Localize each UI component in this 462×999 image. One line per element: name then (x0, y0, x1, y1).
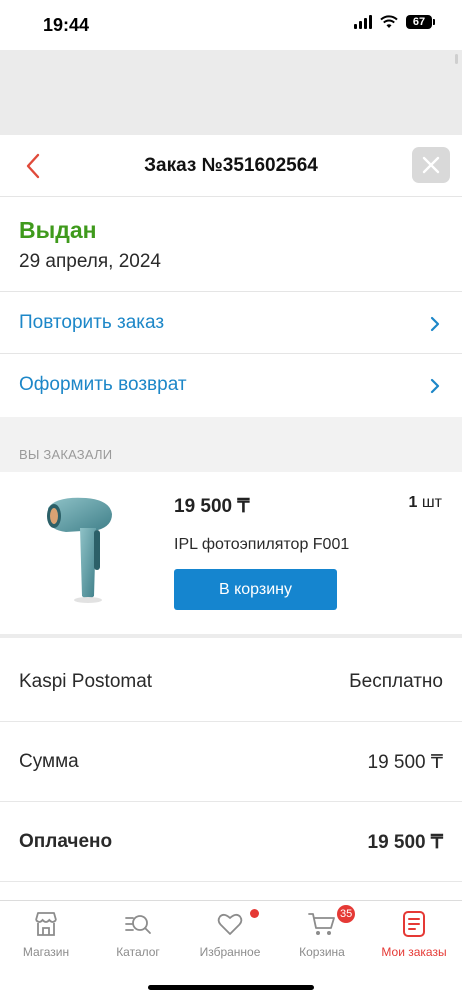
repeat-order-label: Повторить заказ (19, 312, 165, 333)
delivery-label: Kaspi Postomat (19, 671, 153, 692)
chevron-right-icon (430, 378, 440, 394)
nav-shop[interactable]: Магазин (0, 909, 92, 965)
home-indicator (148, 985, 314, 990)
delivery-value: Бесплатно (349, 671, 443, 692)
sum-row: Сумма 19 500 ₸ (0, 722, 462, 802)
product-price: 19 500 ₸ (174, 496, 250, 517)
store-icon (35, 912, 57, 936)
order-status: Выдан (19, 217, 97, 243)
nav-shop-label: Магазин (22, 945, 70, 959)
quantity-unit: шт (421, 494, 442, 511)
sum-value: 19 500 ₸ (367, 752, 443, 773)
heart-icon (217, 913, 243, 935)
nav-catalog-label: Каталог (116, 945, 160, 959)
product-image[interactable] (36, 490, 126, 610)
status-bar: 19:44 67 (0, 0, 462, 50)
page-title: Заказ №351602564 (144, 155, 318, 176)
wifi-icon (380, 15, 398, 28)
favorites-dot (250, 909, 259, 918)
nav-cart-label: Корзина (299, 945, 345, 959)
repeat-order-row[interactable]: Повторить заказ (0, 292, 462, 354)
nav-favorites[interactable]: Избранное (184, 909, 276, 965)
nav-my-orders-label: Мои заказы (381, 945, 447, 959)
battery-icon: 67 (406, 15, 435, 29)
product-quantity: 1 шт (408, 494, 442, 512)
cart-icon (308, 913, 335, 935)
cellular-signal-icon (354, 15, 372, 29)
status-icons: 67 (354, 15, 435, 29)
ordered-section-header: ВЫ ЗАКАЗАЛИ (0, 417, 462, 472)
order-date: 29 апреля, 2024 (19, 251, 161, 272)
paid-row: Оплачено 19 500 ₸ (0, 802, 462, 882)
catalog-search-icon (125, 915, 151, 934)
chevron-right-icon (430, 316, 440, 332)
quantity-number: 1 (408, 494, 418, 511)
order-status-block: Выдан 29 апреля, 2024 (0, 197, 462, 292)
order-header: Заказ №351602564 (0, 135, 462, 197)
product-card: 19 500 ₸ 1 шт IPL фотоэпилятор F001 В ко… (0, 472, 462, 638)
return-order-row[interactable]: Оформить возврат (0, 354, 462, 416)
close-icon (422, 156, 440, 174)
orders-icon (403, 911, 425, 937)
sum-label: Сумма (19, 751, 79, 772)
product-name[interactable]: IPL фотоэпилятор F001 (174, 536, 349, 554)
nav-cart[interactable]: 35 Корзина (276, 905, 368, 965)
paid-value: 19 500 ₸ (367, 832, 443, 853)
cart-badge: 35 (337, 905, 356, 923)
nav-catalog[interactable]: Каталог (92, 909, 184, 965)
section-label: ВЫ ЗАКАЗАЛИ (19, 447, 113, 462)
close-button[interactable] (412, 147, 450, 183)
paid-label: Оплачено (19, 831, 113, 852)
nav-my-orders[interactable]: Мои заказы (368, 909, 460, 965)
top-gray-band (0, 50, 462, 135)
status-time: 19:44 (43, 15, 90, 35)
add-to-cart-button[interactable]: В корзину (174, 569, 337, 610)
nav-favorites-label: Избранное (199, 945, 261, 959)
delivery-row: Kaspi Postomat Бесплатно (0, 642, 462, 722)
return-order-label: Оформить возврат (19, 374, 187, 395)
